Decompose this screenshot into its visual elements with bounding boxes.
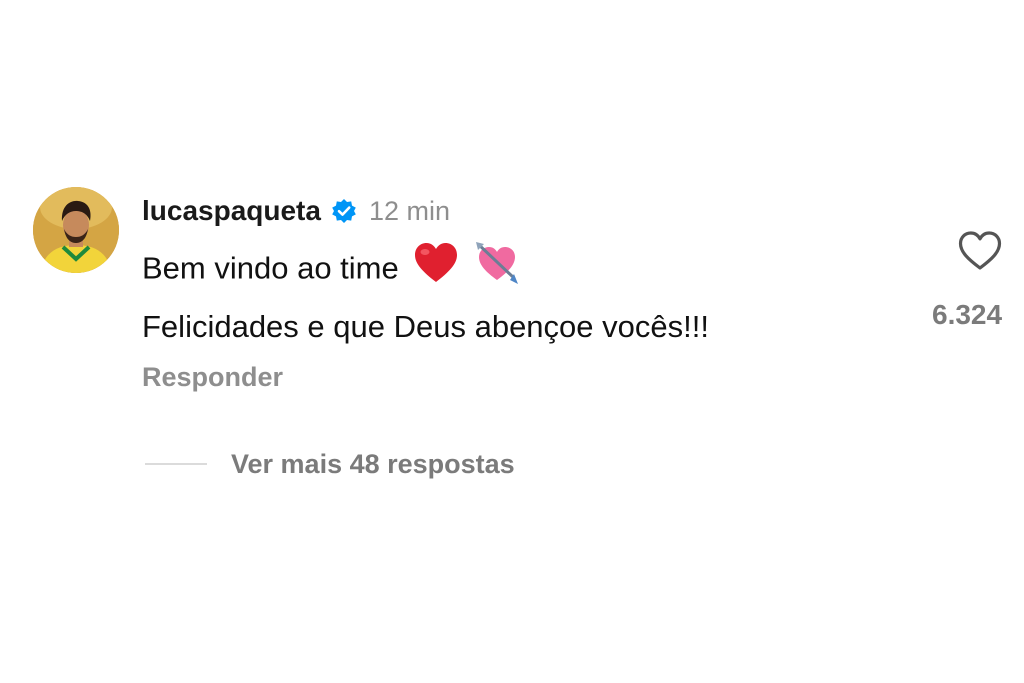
red-heart-emoji [413,242,459,299]
replies-divider-line [145,463,207,465]
comment-timestamp: 12 min [368,195,450,226]
verified-badge-icon [331,198,357,224]
comment-header: lucaspaqueta 12 min [142,193,450,229]
comment-line-1: Bem vindo ao time [142,240,709,301]
comment-line-2: Felicidades e que Deus abençoe vocês!!! [142,309,709,344]
comment: lucaspaqueta 12 min Bem vindo ao time Fe… [0,0,1024,683]
user-avatar[interactable] [33,187,119,273]
view-more-replies-button[interactable]: Ver mais 48 respostas [145,444,515,484]
comment-line-1-text: Bem vindo ao time [142,250,399,286]
avatar-photo-icon [33,187,119,273]
username[interactable]: lucaspaqueta [142,195,321,227]
reply-button[interactable]: Responder [142,362,283,393]
heart-with-arrow-emoji [474,240,520,301]
heart-outline-icon[interactable] [957,229,1003,273]
view-more-replies-label: Ver mais 48 respostas [231,448,515,479]
comment-body: Bem vindo ao time Felicidades e que Deus… [142,240,709,352]
like-count: 6.324 [932,299,1003,330]
